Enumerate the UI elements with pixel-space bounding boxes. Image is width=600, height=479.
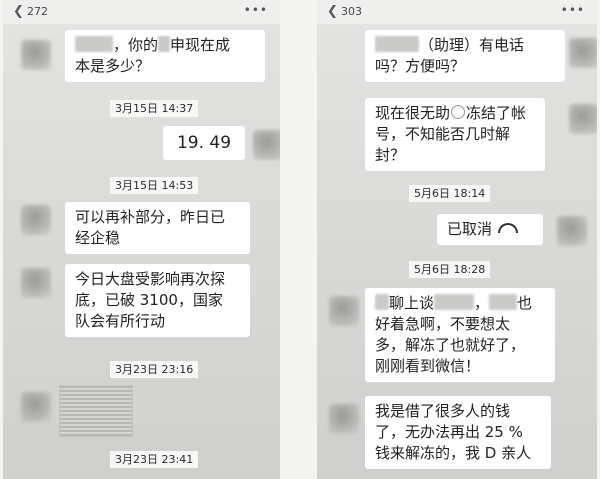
message-line: 队会有所行动 [75, 312, 166, 330]
message-text: 申现在成 [170, 36, 231, 54]
message-line: 本是多少？ [75, 57, 151, 75]
redacted-text [158, 36, 171, 52]
timestamp: 3月23日 23:16 [110, 361, 199, 378]
chat-header: ❮ 303 ••• [317, 0, 597, 24]
redacted-text [434, 294, 475, 310]
message-line: 刚刚看到微信！ [375, 357, 481, 375]
avatar-self[interactable] [569, 38, 597, 68]
message-text: 现在很无助 [375, 104, 451, 122]
image-message[interactable] [59, 385, 133, 437]
timestamp: 3月15日 14:53 [110, 177, 199, 194]
message-bubble: 可以再补部分，昨日已 经企稳 [65, 202, 250, 254]
avatar[interactable] [21, 392, 51, 422]
message-line: 现在很无助 冻结了帐 [375, 103, 535, 124]
message-line: 底，已破 3100，国家 [75, 291, 223, 309]
avatar[interactable] [21, 268, 51, 298]
message-bubble: 现在很无助 冻结了帐 号，不知能否几时解 封？ [365, 98, 545, 171]
redacted-name [75, 36, 113, 52]
message-bubble: 我是借了很多人的钱 了，无办法再出 25 % 钱来解冻的，我 D 亲人 [365, 396, 551, 469]
message-bubble: ，你的 申现在成 本是多少？ [65, 30, 265, 82]
avatar-self[interactable] [253, 130, 280, 160]
message-line: 了，无办法再出 25 % [375, 423, 523, 441]
message-bubble: 聊上谈 ， 也 好着急啊，不要想太 多，解冻了也就好了， 刚刚看到微信！ [365, 288, 555, 382]
timestamp: 5月6日 18:28 [409, 261, 491, 278]
message-line: 可以再补部分，昨日已 [75, 208, 226, 226]
avatar-self[interactable] [557, 216, 587, 246]
message-line: 钱来解冻的，我 D 亲人 [375, 444, 532, 462]
message-text: 19. 49 [176, 133, 232, 153]
message-line: （助理）有电话 [375, 35, 555, 56]
message-text: 已取消 [447, 220, 493, 238]
back-chevron-icon[interactable]: ❮ [327, 4, 338, 19]
timestamp: 5月6日 18:14 [409, 185, 491, 202]
redacted-text [489, 294, 518, 310]
back-chevron-icon[interactable]: ❮ [13, 4, 24, 19]
chat-screenshot-right: ❮ 303 ••• （助理）有电话 吗？方便吗？ 现在很无助 冻结了帐 号，不知能… [317, 0, 597, 479]
message-text: 也 [517, 294, 533, 312]
smiley-emoji-icon [451, 105, 466, 119]
avatar[interactable] [21, 205, 51, 235]
message-line: 吗？方便吗？ [375, 57, 466, 75]
message-line: 号，不知能否几时解 [375, 125, 511, 143]
message-text: （助理）有电话 [419, 36, 525, 54]
message-line: 经企稳 [75, 229, 121, 247]
avatar[interactable] [329, 296, 359, 326]
avatar-self[interactable] [569, 104, 597, 134]
message-text: ， [474, 294, 490, 312]
message-text: ，你的 [113, 36, 159, 54]
message-bubble-outgoing: 已取消 [437, 214, 543, 245]
redacted-name [375, 36, 419, 52]
chat-header: ❮ 272 ••• [3, 0, 280, 24]
more-icon[interactable]: ••• [244, 3, 268, 17]
message-bubble: 今日大盘受影响再次探 底，已破 3100，国家 队会有所行动 [65, 264, 250, 337]
message-line: 聊上谈 ， 也 [375, 293, 545, 314]
message-line: ，你的 申现在成 [75, 35, 255, 56]
message-text: 冻结了帐 [466, 104, 527, 122]
chat-screenshot-left: ❮ 272 ••• ，你的 申现在成 本是多少？ 3月15日 14:37 19. … [3, 0, 280, 479]
message-line: 我是借了很多人的钱 [375, 402, 511, 420]
message-line: 多，解冻了也就好了， [375, 336, 526, 354]
timestamp: 3月15日 14:37 [110, 100, 199, 117]
message-bubble: （助理）有电话 吗？方便吗？ [365, 30, 565, 82]
message-bubble-outgoing: 19. 49 [163, 126, 245, 160]
avatar[interactable] [329, 404, 359, 434]
timestamp: 3月23日 23:41 [110, 451, 199, 468]
message-line: 好着急啊，不要想太 [375, 315, 511, 333]
more-icon[interactable]: ••• [561, 3, 585, 17]
message-line: 今日大盘受影响再次探 [75, 270, 226, 288]
unread-count: 272 [27, 5, 48, 18]
phone-hangup-icon [498, 223, 519, 233]
unread-count: 303 [341, 5, 362, 18]
message-line: 封？ [375, 146, 406, 164]
redacted-text [375, 294, 389, 310]
avatar[interactable] [21, 40, 51, 70]
message-text: 聊上谈 [389, 294, 435, 312]
